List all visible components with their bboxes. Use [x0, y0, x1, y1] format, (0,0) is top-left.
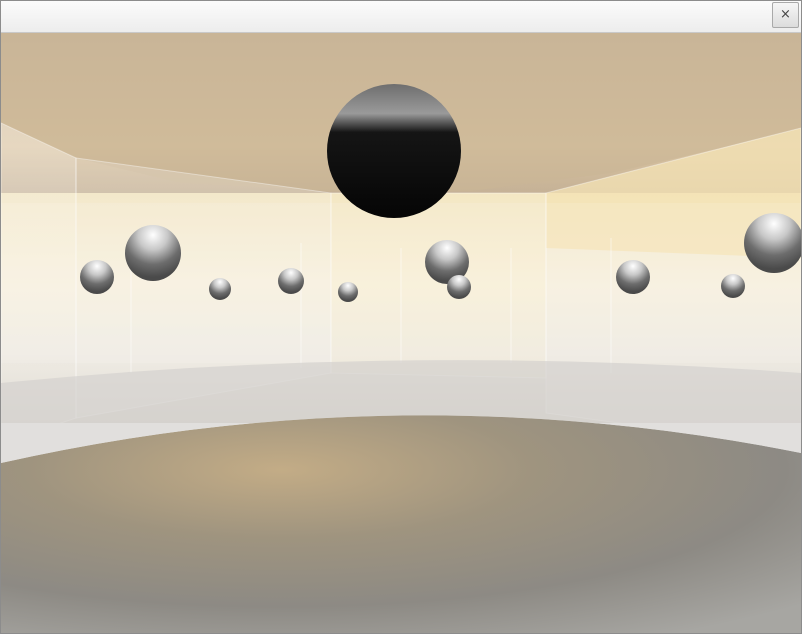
- 3d-viewport[interactable]: [1, 33, 801, 633]
- app-window: ×: [0, 0, 802, 634]
- sphere: [80, 260, 114, 294]
- sphere: [209, 278, 231, 300]
- title-bar[interactable]: ×: [1, 1, 801, 33]
- sphere: [125, 225, 181, 281]
- scene-canvas: [1, 33, 801, 633]
- large-sphere: [327, 84, 461, 218]
- sphere: [338, 282, 358, 302]
- sphere: [616, 260, 650, 294]
- sphere: [278, 268, 304, 294]
- cloud-floor: [1, 415, 801, 633]
- sphere: [721, 274, 745, 298]
- sphere: [447, 275, 471, 299]
- close-button[interactable]: ×: [772, 2, 799, 28]
